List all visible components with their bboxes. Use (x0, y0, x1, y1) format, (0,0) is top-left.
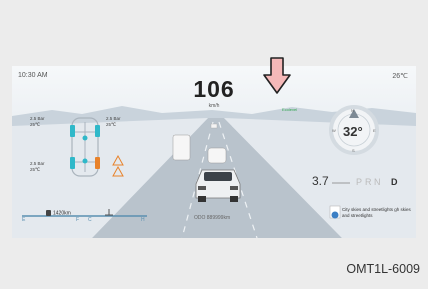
fuel-empty-label: E (22, 217, 26, 223)
compass-east: E (373, 128, 376, 133)
compass-south: S (352, 148, 355, 153)
instrument-cluster-display: 10:30 AM 26℃ 106 km/h Ecolevel 2.5 Bar 2… (12, 66, 416, 238)
gear-r: R (365, 177, 372, 187)
temp-cold-label: C (88, 217, 92, 223)
speed-readout: 106 (193, 76, 235, 102)
tire-rear-left-readout: 2.5 Bar 25℃ (30, 161, 45, 172)
car-icon (195, 169, 241, 202)
truck-vehicle (172, 134, 191, 161)
info-icon (329, 205, 341, 219)
compass-west: W (332, 128, 336, 133)
tire-front-left-readout: 2.5 Bar 25℃ (30, 116, 45, 127)
speed-unit: km/h (208, 103, 220, 109)
gear-p: P (356, 177, 363, 187)
fuel-range: 1420km (46, 210, 71, 216)
tire-front-right-readout: 2.5 Bar 25℃ (106, 116, 121, 127)
figure: 10:30 AM 26℃ 106 km/h Ecolevel 2.5 Bar 2… (0, 0, 428, 289)
lead-vehicle (207, 147, 227, 164)
compass-heading: 32° (343, 124, 363, 139)
odometer: ODO 889999km (194, 215, 231, 221)
eco-indicator: Ecolevel (282, 107, 298, 112)
notification-text: City skies and streetlights gh skies and… (342, 207, 411, 218)
compass-north: N (351, 108, 354, 113)
pointer-arrow-icon (263, 57, 291, 94)
temp-hot-label: H (141, 217, 145, 223)
fuel-full-label: F (76, 217, 80, 223)
gear-n: N (374, 177, 381, 187)
range-readout: 3.7 (312, 174, 329, 188)
figure-code: OMT1L-6009 (346, 262, 420, 276)
gear-d-active: D (391, 177, 398, 187)
lead-vehicle-far (210, 123, 218, 129)
fuel-pump-icon (46, 210, 51, 216)
